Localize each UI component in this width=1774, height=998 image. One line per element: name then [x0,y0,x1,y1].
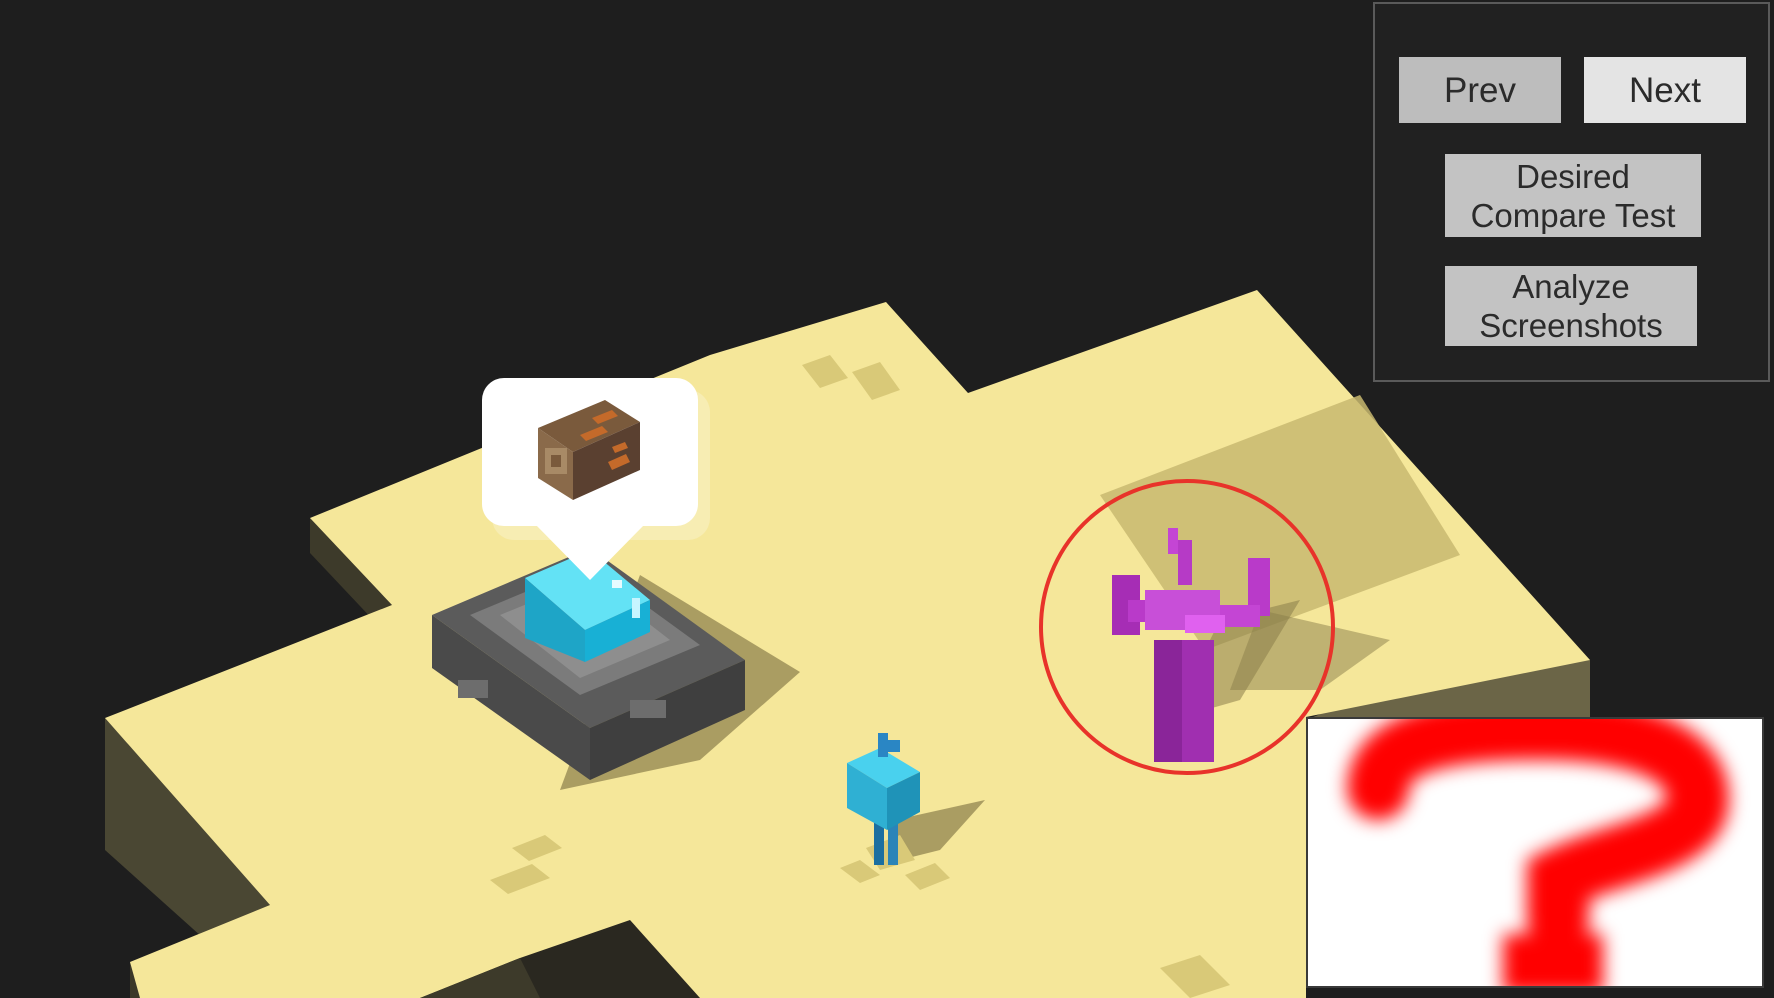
desired-compare-test-button[interactable]: Desired Compare Test [1445,154,1701,237]
next-button[interactable]: Next [1584,57,1746,123]
question-mark-icon [1347,719,1730,986]
control-panel: Prev Next Desired Compare Test Analyze S… [1373,2,1770,382]
analyze-screenshots-button[interactable]: Analyze Screenshots [1445,266,1697,346]
prev-button[interactable]: Prev [1399,57,1561,123]
preview-thumbnail [1306,717,1764,988]
